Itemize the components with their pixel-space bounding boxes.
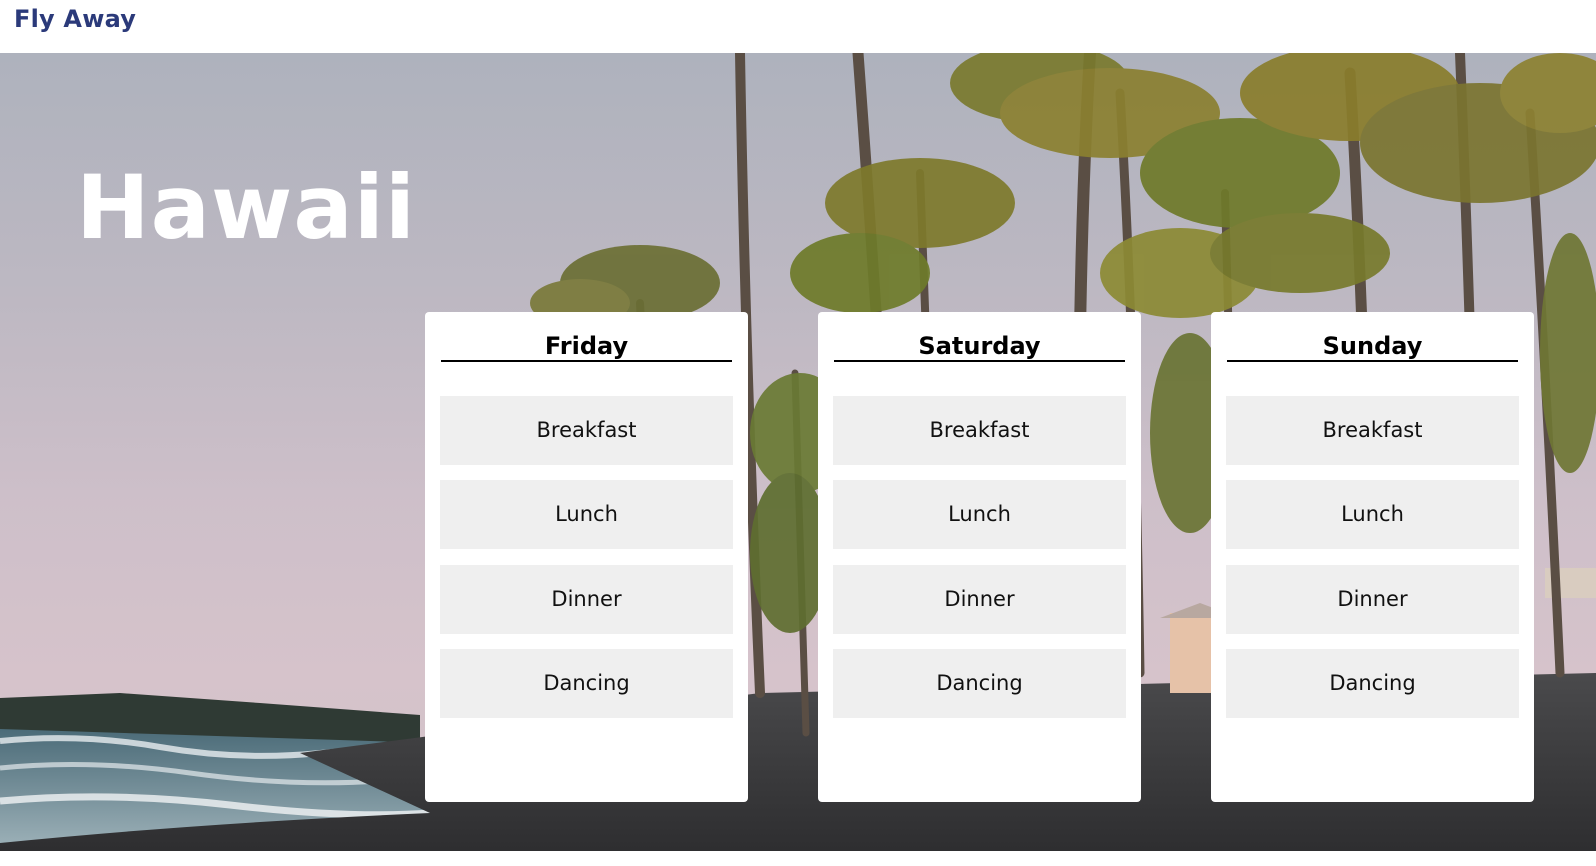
activity-dancing-button[interactable]: Dancing [833, 649, 1126, 718]
page-bottom-strip [0, 851, 1596, 866]
activity-dinner-button[interactable]: Dinner [1226, 565, 1519, 634]
site-brand-logo[interactable]: Fly Away [14, 5, 136, 33]
activity-dinner-button[interactable]: Dinner [440, 565, 733, 634]
activity-breakfast-button[interactable]: Breakfast [1226, 396, 1519, 465]
day-card-sunday: Sunday Breakfast Lunch Dinner Dancing [1211, 312, 1534, 802]
day-title: Friday [441, 328, 732, 362]
activity-lunch-button[interactable]: Lunch [833, 480, 1126, 549]
activity-breakfast-button[interactable]: Breakfast [440, 396, 733, 465]
activity-dancing-button[interactable]: Dancing [440, 649, 733, 718]
activity-dancing-button[interactable]: Dancing [1226, 649, 1519, 718]
day-title: Sunday [1227, 328, 1518, 362]
activity-lunch-button[interactable]: Lunch [440, 480, 733, 549]
activity-breakfast-button[interactable]: Breakfast [833, 396, 1126, 465]
hero-banner: Hawaii Friday Breakfast Lunch Dinner Dan… [0, 53, 1596, 851]
top-navigation-bar: Fly Away [0, 0, 1596, 53]
destination-title: Hawaii [76, 156, 417, 259]
activity-dinner-button[interactable]: Dinner [833, 565, 1126, 634]
day-card-saturday: Saturday Breakfast Lunch Dinner Dancing [818, 312, 1141, 802]
activity-lunch-button[interactable]: Lunch [1226, 480, 1519, 549]
day-card-friday: Friday Breakfast Lunch Dinner Dancing [425, 312, 748, 802]
day-title: Saturday [834, 328, 1125, 362]
